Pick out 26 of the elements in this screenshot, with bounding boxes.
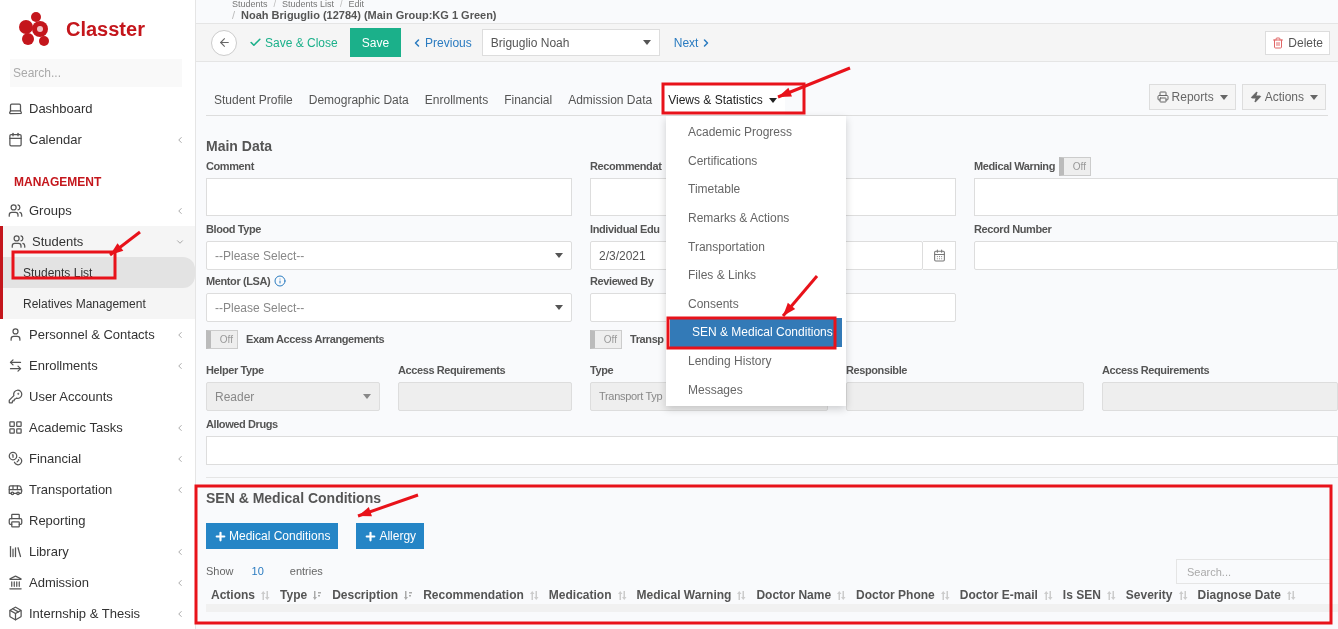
- field-label: Medical Warning: [974, 158, 1055, 174]
- section-heading: MANAGEMENT: [14, 174, 102, 191]
- field-label: Comment: [206, 158, 254, 174]
- page-title: Noah Briguglio (12784) (Main Group:KG 1 Green): [241, 9, 497, 22]
- field-label: Record Number: [974, 221, 1052, 237]
- field-label: Individual Edu: [590, 221, 660, 237]
- toggle-label: Transp: [630, 332, 664, 348]
- field-label: Access Requirements: [398, 362, 506, 378]
- field-label: Type: [590, 362, 614, 378]
- entries-label: entries: [289, 564, 323, 580]
- breadcrumb-separator: /: [273, 0, 277, 9]
- field-label: Recommendat: [590, 158, 662, 174]
- section-title: SEN & Medical Conditions: [206, 489, 381, 508]
- breadcrumb-separator: /: [340, 0, 343, 9]
- field-label: Responsible: [846, 362, 907, 378]
- field-label: Allowed Drugs: [206, 416, 278, 432]
- field-label: Access Requirements: [1102, 362, 1210, 378]
- field-label: Reviewed By: [590, 273, 654, 289]
- breadcrumb-separator: /: [232, 9, 236, 22]
- field-label: Mentor (LSA): [206, 273, 271, 289]
- section-title: Main Data: [206, 137, 274, 156]
- field-label: Blood Type: [206, 221, 262, 237]
- field-label: Helper Type: [206, 362, 264, 378]
- toggle-label: Exam Access Arrangements: [246, 332, 385, 348]
- brand-name: Classter: [66, 16, 145, 42]
- show-label: Show: [206, 564, 234, 580]
